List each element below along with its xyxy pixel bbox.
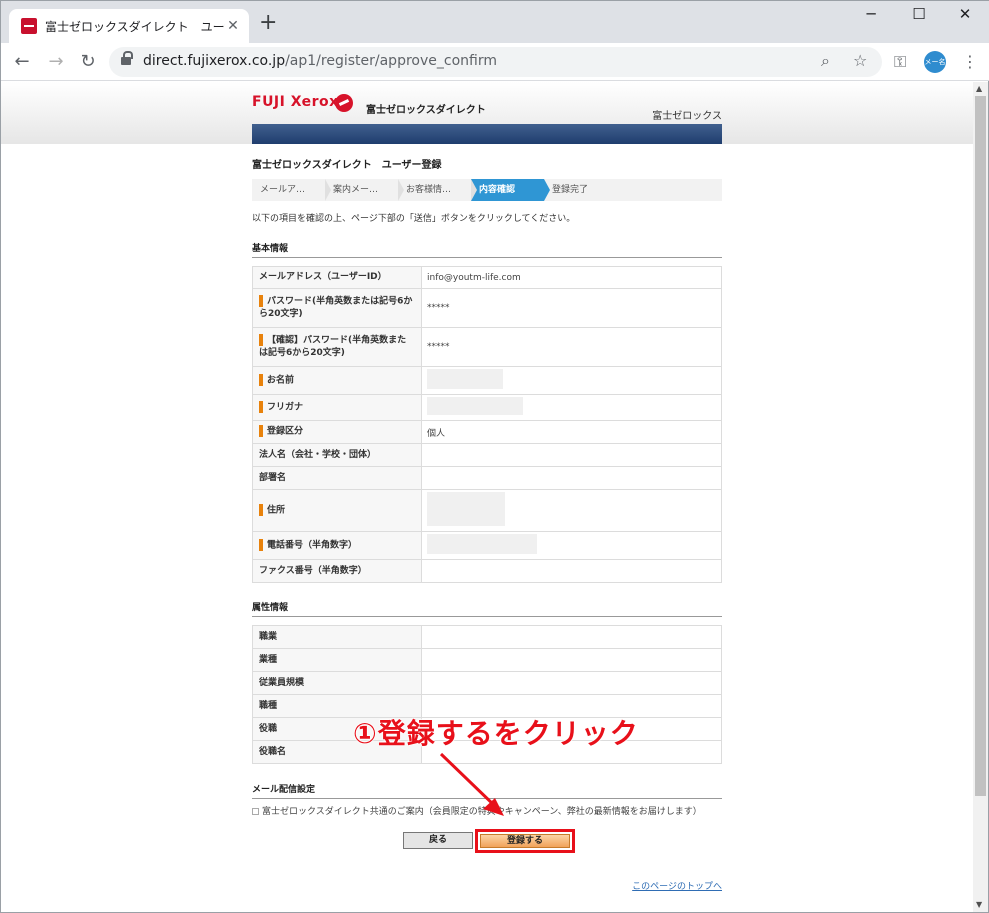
tab-strip: 富士ゼロックスダイレクト ユーザー登録 ✕ + ─ ☐ ✕ <box>1 1 989 43</box>
close-window-button[interactable]: ✕ <box>945 5 985 23</box>
fujixerox-favicon-icon <box>21 18 37 34</box>
profile-avatar[interactable]: メー名 <box>924 51 946 73</box>
browser-tab[interactable]: 富士ゼロックスダイレクト ユーザー登録 ✕ <box>9 9 249 43</box>
tab-title: 富士ゼロックスダイレクト ユーザー登録 <box>45 19 225 34</box>
zoom-icon[interactable]: ⌕ <box>821 51 830 71</box>
maximize-button[interactable]: ☐ <box>899 5 939 23</box>
tab-close-icon[interactable]: ✕ <box>225 18 241 34</box>
back-arrow-icon[interactable]: ← <box>9 49 35 75</box>
scroll-down-icon[interactable]: ▼ <box>976 900 982 909</box>
lock-icon <box>121 51 133 67</box>
address-bar[interactable]: direct.fujixerox.co.jp/ap1/register/appr… <box>109 47 882 77</box>
menu-dots-icon[interactable]: ⋮ <box>962 52 978 71</box>
annotation-arrow-icon <box>439 752 504 816</box>
minimize-button[interactable]: ─ <box>851 5 891 23</box>
url-text: direct.fujixerox.co.jp/ap1/register/appr… <box>143 53 497 69</box>
scroll-up-icon[interactable]: ▲ <box>976 84 982 93</box>
forward-arrow-icon[interactable]: → <box>43 49 69 75</box>
browser-toolbar: ← → ↻ direct.fujixerox.co.jp/ap1/registe… <box>1 43 989 81</box>
new-tab-button[interactable]: + <box>259 12 277 34</box>
vertical-scrollbar[interactable]: ▲ ▼ <box>973 82 988 912</box>
reload-icon[interactable]: ↻ <box>75 49 101 75</box>
page-viewport: FUJI Xerox 富士ゼロックスダイレクト 富士ゼロックス 富士ゼロックスダ… <box>1 82 973 912</box>
key-icon[interactable]: ⚿ <box>894 52 906 72</box>
scroll-thumb[interactable] <box>975 96 986 796</box>
browser-window: 富士ゼロックスダイレクト ユーザー登録 ✕ + ─ ☐ ✕ ← → ↻ dire… <box>0 0 989 913</box>
bookmark-star-icon[interactable]: ☆ <box>853 51 867 70</box>
